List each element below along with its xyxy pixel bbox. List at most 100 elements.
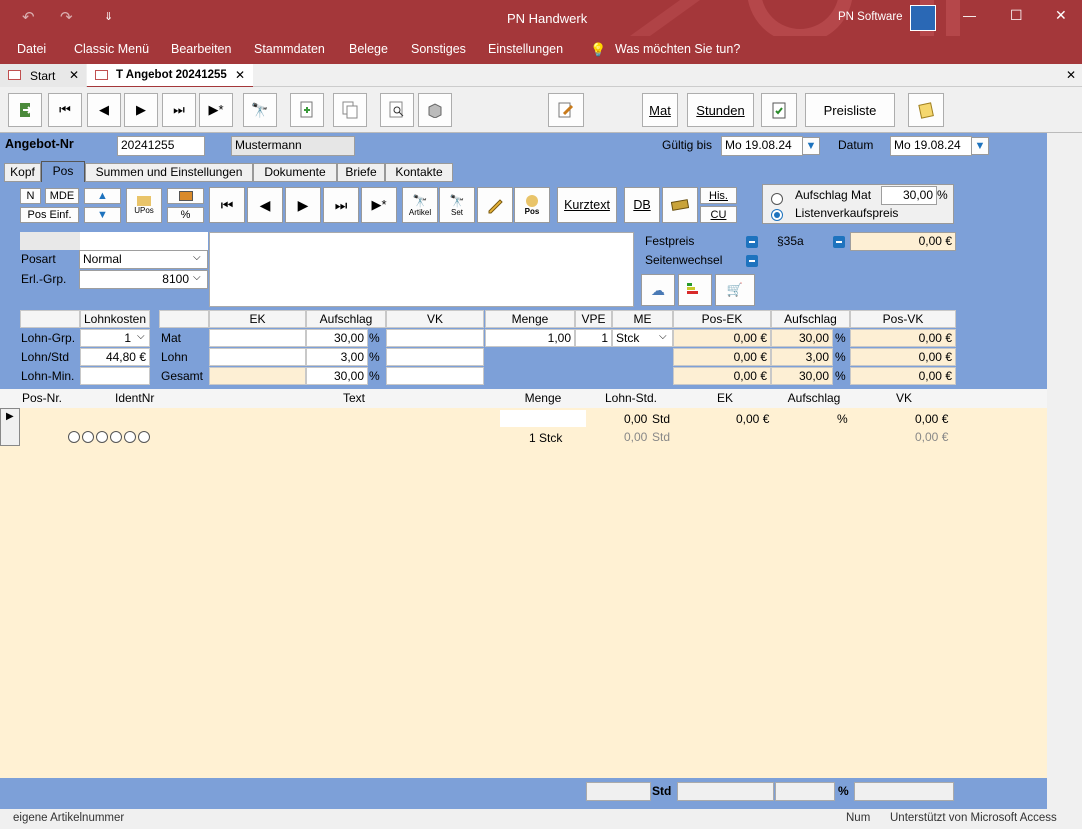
tab-kontakte[interactable]: Kontakte (385, 163, 453, 182)
mat-vk-field[interactable] (386, 329, 484, 347)
maximize-button[interactable]: ☐ (1010, 7, 1023, 24)
close-icon[interactable]: ✕ (235, 68, 245, 82)
copy-button[interactable] (333, 93, 367, 127)
lohn-vk-field[interactable] (386, 348, 484, 366)
his-button[interactable]: His. (700, 187, 737, 204)
edit-pos-button[interactable] (477, 187, 513, 223)
prev-record-button[interactable]: ◀ (87, 93, 121, 127)
menge-field[interactable]: 1,00 (485, 329, 575, 347)
pct-label: % (835, 331, 846, 345)
mat-aufschlag-field[interactable]: 30,00 (306, 329, 368, 347)
search-button[interactable]: 🔭 (243, 93, 277, 127)
edit-button[interactable] (548, 93, 584, 127)
pos-last-button[interactable]: ⏭ (323, 187, 359, 223)
last-record-button[interactable]: ⏭ (162, 93, 196, 127)
money-button[interactable] (662, 187, 698, 223)
lohn-std-field[interactable]: 44,80 € (80, 348, 150, 366)
stunden-button[interactable]: Stunden (687, 93, 754, 127)
minimize-button[interactable]: — (963, 8, 976, 23)
posart-select[interactable]: Normal (79, 250, 208, 269)
close-button[interactable]: ✕ (1055, 7, 1067, 24)
redo-icon[interactable]: ↷ (60, 8, 73, 26)
menu-stammdaten[interactable]: Stammdaten (254, 42, 325, 56)
db-button[interactable]: DB (624, 187, 660, 223)
tab-start[interactable]: Start ✕ (0, 64, 86, 87)
pos-button[interactable]: Pos (514, 187, 550, 223)
pos-prev-button[interactable]: ◀ (247, 187, 283, 223)
exit-button[interactable] (8, 93, 42, 127)
lohn-ek-field[interactable] (209, 348, 306, 366)
set-button[interactable]: 🔭 Set (439, 187, 475, 223)
notes-button[interactable] (908, 93, 944, 127)
tab-briefe[interactable]: Briefe (337, 163, 385, 182)
gesamt-vk-field[interactable] (386, 367, 484, 385)
preisliste-button[interactable]: Preisliste (805, 93, 895, 127)
aufschlag-mat-radio[interactable] (771, 193, 783, 205)
tab-kopf[interactable]: Kopf (4, 163, 41, 182)
gesamt-aufschlag-field[interactable]: 30,00 (306, 367, 368, 385)
n-button[interactable]: N (20, 188, 41, 204)
listenpreis-radio[interactable] (771, 209, 783, 221)
menu-sonstiges[interactable]: Sonstiges (411, 42, 466, 56)
aufschlag-mat-field[interactable]: 30,00 (881, 186, 937, 205)
percent-button[interactable]: % (167, 207, 204, 223)
energy-button[interactable] (678, 274, 712, 306)
pos-new-button[interactable]: ▶* (361, 187, 397, 223)
preview-button[interactable] (380, 93, 414, 127)
vpe-field[interactable]: 1 (575, 329, 612, 347)
positions-grid[interactable]: ▶ 0,00 Std 0,00 € % 0,00 € 1 Stck 0,00 S… (0, 408, 1047, 778)
menu-belege[interactable]: Belege (349, 42, 388, 56)
angebot-nr-field[interactable]: 20241255 (117, 136, 205, 156)
para35a-checkbox[interactable] (833, 236, 845, 248)
record-selector[interactable]: ▶ (0, 408, 20, 446)
lohn-min-field[interactable] (80, 367, 150, 385)
new-record-button[interactable]: ▶* (199, 93, 233, 127)
close-all-icon[interactable]: ✕ (1066, 68, 1076, 82)
undo-icon[interactable]: ↶ (22, 8, 35, 26)
datum-field[interactable]: Mo 19.08.24 (890, 136, 972, 156)
vertical-scrollbar[interactable] (1047, 133, 1082, 809)
menu-einstellungen[interactable]: Einstellungen (488, 42, 563, 56)
gueltig-field[interactable]: Mo 19.08.24 (721, 136, 803, 156)
next-record-button[interactable]: ▶ (124, 93, 158, 127)
print-button[interactable] (418, 93, 452, 127)
image-button[interactable] (167, 188, 204, 204)
tab-dokumente[interactable]: Dokumente (253, 163, 337, 182)
mat-button[interactable]: Mat (642, 93, 678, 127)
grid-menge-cell[interactable] (500, 410, 586, 427)
datum-dropdown-icon[interactable]: ▼ (971, 137, 989, 155)
move-up-button[interactable]: ▲ (84, 188, 121, 204)
erl-grp-select[interactable]: 8100 (79, 270, 208, 289)
mde-button[interactable]: MDE (45, 188, 79, 204)
menu-classic[interactable]: Classic Menü (74, 42, 149, 56)
customize-qat-icon[interactable]: ⇓ (104, 10, 113, 23)
upos-button[interactable]: UPos (126, 188, 162, 223)
pos-first-button[interactable]: ⏮ (209, 187, 245, 223)
close-icon[interactable]: ✕ (69, 68, 79, 82)
tab-summen[interactable]: Summen und Einstellungen (85, 163, 253, 182)
cart-button[interactable]: 🛒 (715, 274, 755, 306)
kurztext-button[interactable]: Kurztext (557, 187, 617, 223)
festpreis-checkbox[interactable] (746, 236, 758, 248)
move-down-button[interactable]: ▼ (84, 207, 121, 223)
mat-ek-field[interactable] (209, 329, 306, 347)
artikel-button[interactable]: 🔭 Artikel (402, 187, 438, 223)
tell-me-search[interactable]: Was möchten Sie tun? (615, 42, 740, 56)
cloud-button[interactable]: ☁ (641, 274, 675, 306)
new-document-button[interactable] (290, 93, 324, 127)
pos-text-area[interactable] (209, 232, 634, 307)
lohn-aufschlag-field[interactable]: 3,00 (306, 348, 368, 366)
checklist-button[interactable] (761, 93, 797, 127)
ident-field[interactable] (80, 232, 208, 250)
pos-einf-button[interactable]: Pos Einf. (20, 207, 79, 223)
gueltig-dropdown-icon[interactable]: ▼ (802, 137, 820, 155)
tab-pos[interactable]: Pos (41, 161, 85, 182)
pos-next-button[interactable]: ▶ (285, 187, 321, 223)
menu-bearbeiten[interactable]: Bearbeiten (171, 42, 231, 56)
listenpreis-label: Listenverkaufspreis (795, 206, 899, 220)
menu-datei[interactable]: Datei (17, 42, 46, 56)
seitenwechsel-checkbox[interactable] (746, 255, 758, 267)
cu-button[interactable]: CU (700, 206, 737, 223)
first-record-button[interactable]: ⏮ (48, 93, 82, 127)
tab-angebot[interactable]: T Angebot 20241255 ✕ (87, 64, 253, 88)
